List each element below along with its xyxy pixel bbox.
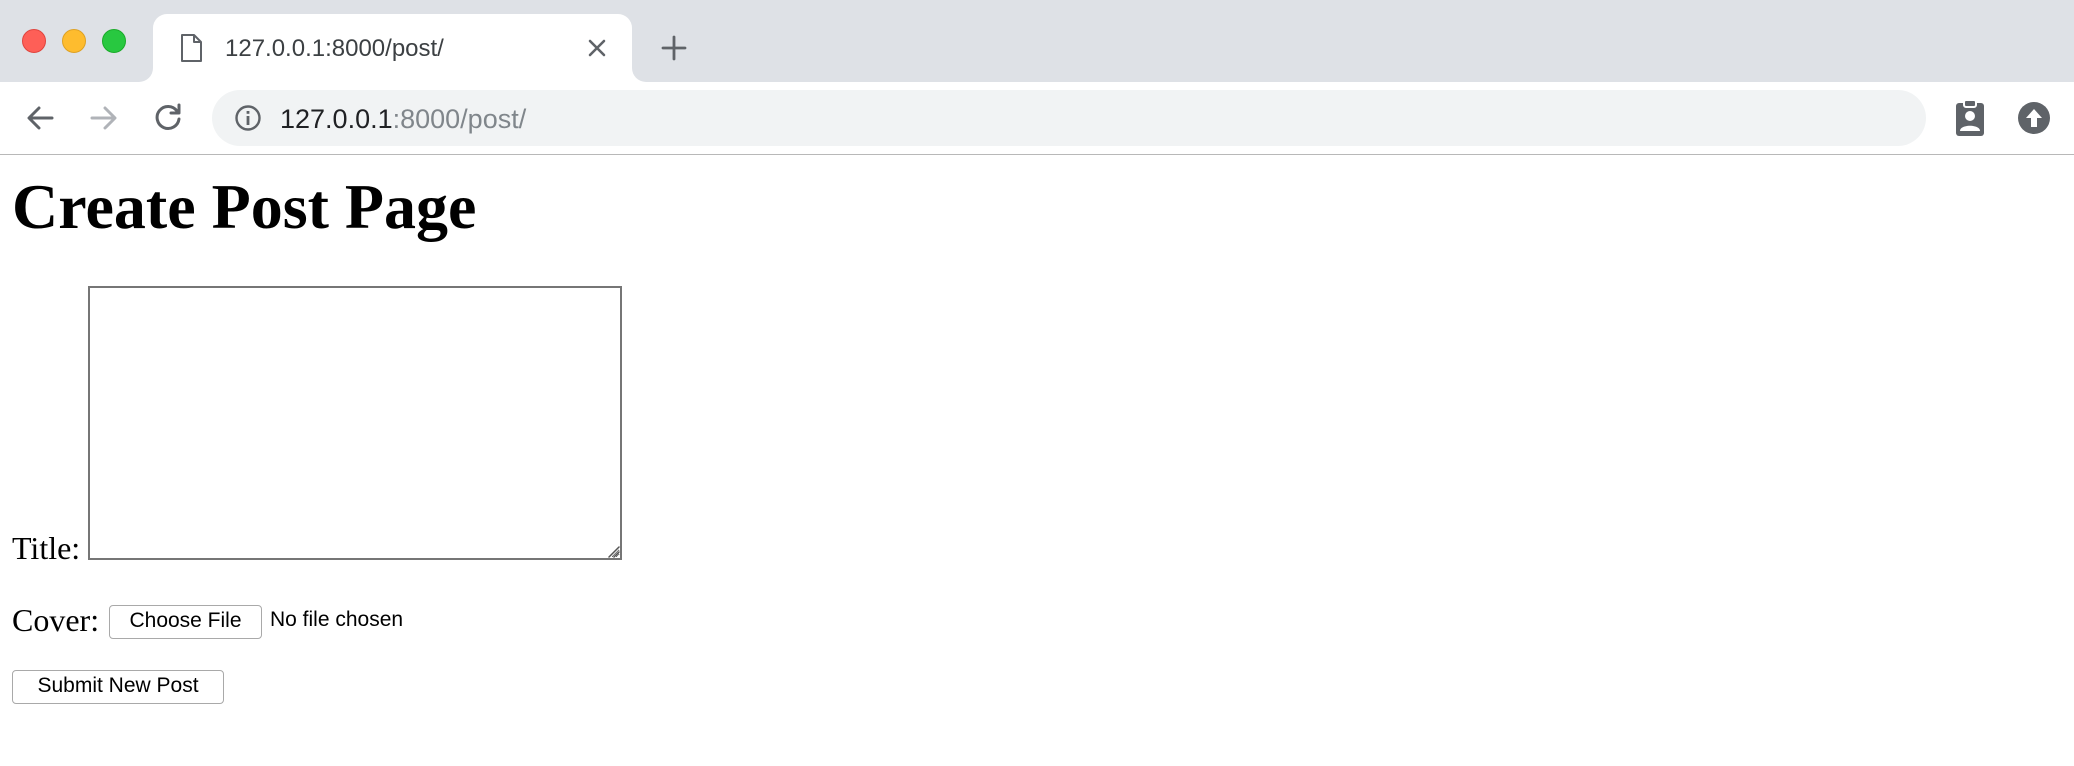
tab-title: 127.0.0.1:8000/post/ [225,35,444,62]
info-icon[interactable] [234,104,262,132]
browser-tab-active[interactable]: 127.0.0.1:8000/post/ [153,14,632,82]
page-content: Create Post Page Title: Cover: Choose Fi… [0,156,2074,766]
title-textarea[interactable] [88,286,622,560]
address-bar-url[interactable]: 127.0.0.1:8000/post/ [280,104,526,135]
arrow-left-icon[interactable] [22,100,58,136]
submit-new-post-button[interactable]: Submit New Post [12,670,224,704]
close-window-button[interactable] [22,29,46,53]
choose-file-button[interactable]: Choose File [109,605,262,639]
file-status-text: No file chosen [270,608,404,631]
title-label: Title: [12,530,81,566]
document-icon [181,34,202,62]
tab-strip: 127.0.0.1:8000/post/ [0,0,2074,82]
browser-toolbar: 127.0.0.1:8000/post/ [0,82,2074,155]
cover-label: Cover: [12,602,100,638]
clipboard-person-icon[interactable] [1950,98,1990,138]
arrow-right-icon[interactable] [86,100,122,136]
upload-circle-icon[interactable] [2014,98,2054,138]
address-bar[interactable]: 127.0.0.1:8000/post/ [212,90,1926,146]
page-title: Create Post Page [12,171,477,242]
reload-icon[interactable] [150,100,186,136]
close-icon[interactable] [585,36,609,60]
url-path: :8000/post/ [392,104,527,134]
url-host: 127.0.0.1 [280,104,393,134]
maximize-window-button[interactable] [102,29,126,53]
minimize-window-button[interactable] [62,29,86,53]
plus-icon[interactable] [660,34,688,62]
